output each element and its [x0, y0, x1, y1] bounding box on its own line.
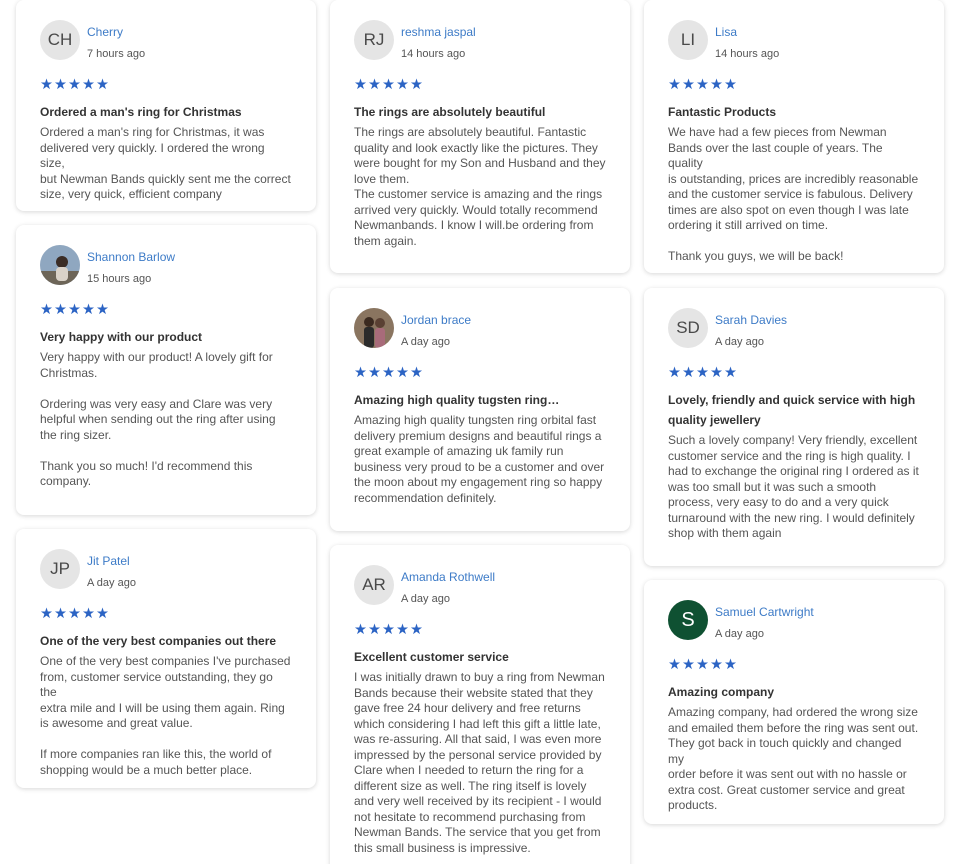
review-header: S Samuel Cartwright A day ago: [668, 600, 920, 648]
review-title: The rings are absolutely beautiful: [354, 105, 546, 119]
review-text: I was initially drawn to buy a ring from…: [354, 670, 605, 855]
review-time: A day ago: [87, 577, 136, 589]
avatar: CH: [40, 20, 80, 60]
review-title: Amazing company: [668, 685, 775, 699]
review-header: LI Lisa 14 hours ago: [668, 20, 920, 68]
review-time: 15 hours ago: [87, 273, 152, 285]
reviewer-name-link[interactable]: Sarah Davies: [715, 313, 787, 328]
avatar: LI: [668, 20, 708, 60]
review-card: Shannon Barlow 15 hours ago ★★★★★ Very h…: [16, 225, 316, 515]
review-time: A day ago: [715, 336, 764, 348]
avatar: RJ: [354, 20, 394, 60]
review-card: Jordan brace A day ago ★★★★★ Amazing hig…: [330, 288, 630, 531]
reviewer-name-link[interactable]: Amanda Rothwell: [401, 570, 495, 585]
reviews-grid: CH Cherry 7 hours ago ★★★★★ Ordered a ma…: [0, 0, 957, 864]
avatar-photo: [354, 308, 394, 348]
star-rating-icon: ★★★★★: [668, 365, 738, 381]
review-time: 14 hours ago: [401, 48, 466, 60]
review-title: Ordered a man's ring for Christmas: [40, 105, 242, 119]
review-header: Jordan brace A day ago: [354, 308, 606, 356]
review-text: Amazing high quality tungsten ring orbit…: [354, 413, 605, 505]
review-text: We have had a few pieces from Newman Band…: [668, 125, 919, 263]
star-rating-icon: ★★★★★: [354, 77, 424, 93]
review-time: A day ago: [401, 593, 450, 605]
star-rating-icon: ★★★★★: [354, 622, 424, 638]
star-rating-icon: ★★★★★: [354, 365, 424, 381]
star-rating-icon: ★★★★★: [668, 657, 738, 673]
review-card: CH Cherry 7 hours ago ★★★★★ Ordered a ma…: [16, 0, 316, 211]
review-title: Fantastic Products: [668, 105, 777, 119]
review-card: SD Sarah Davies A day ago ★★★★★ Lovely, …: [644, 288, 944, 566]
reviewer-name-link[interactable]: Cherry: [87, 25, 145, 40]
reviewer-name-link[interactable]: Samuel Cartwright: [715, 605, 814, 620]
review-title: Excellent customer service: [354, 650, 509, 664]
review-card: LI Lisa 14 hours ago ★★★★★ Fantastic Pro…: [644, 0, 944, 273]
star-rating-icon: ★★★★★: [40, 77, 110, 93]
star-rating-icon: ★★★★★: [40, 606, 110, 622]
review-header: SD Sarah Davies A day ago: [668, 308, 920, 356]
review-text: The rings are absolutely beautiful. Fant…: [354, 125, 606, 248]
review-card: AR Amanda Rothwell A day ago ★★★★★ Excel…: [330, 545, 630, 864]
review-header: CH Cherry 7 hours ago: [40, 20, 292, 68]
reviewer-name-link[interactable]: Shannon Barlow: [87, 250, 175, 265]
star-rating-icon: ★★★★★: [668, 77, 738, 93]
review-header: AR Amanda Rothwell A day ago: [354, 565, 606, 613]
review-text: One of the very best companies I've purc…: [40, 654, 291, 777]
review-text: Ordered a man's ring for Christmas, it w…: [40, 125, 291, 201]
review-time: 7 hours ago: [87, 48, 146, 60]
review-header: JP Jit Patel A day ago: [40, 549, 292, 597]
review-header: RJ reshma jaspal 14 hours ago: [354, 20, 606, 68]
review-card: JP Jit Patel A day ago ★★★★★ One of the …: [16, 529, 316, 788]
review-card: S Samuel Cartwright A day ago ★★★★★ Amaz…: [644, 580, 944, 824]
star-rating-icon: ★★★★★: [40, 302, 110, 318]
review-title: Very happy with our product: [40, 330, 203, 344]
reviewer-name-link[interactable]: Jit Patel: [87, 554, 136, 569]
avatar: SD: [668, 308, 708, 348]
review-card: RJ reshma jaspal 14 hours ago ★★★★★ The …: [330, 0, 630, 273]
avatar: AR: [354, 565, 394, 605]
review-title: Amazing high quality tugsten ring…: [354, 393, 560, 407]
reviewer-name-link[interactable]: reshma jaspal: [401, 25, 476, 40]
review-text: Very happy with our product! A lovely gi…: [40, 350, 276, 488]
review-time: A day ago: [715, 628, 764, 640]
avatar-photo: [40, 245, 80, 285]
review-text: Amazing company, had ordered the wrong s…: [668, 705, 919, 812]
review-title: Lovely, friendly and quick service with …: [668, 393, 916, 427]
review-text: Such a lovely company! Very friendly, ex…: [668, 433, 919, 540]
avatar: JP: [40, 549, 80, 589]
reviewer-name-link[interactable]: Jordan brace: [401, 313, 471, 328]
review-title: One of the very best companies out there: [40, 634, 277, 648]
review-header: Shannon Barlow 15 hours ago: [40, 245, 292, 293]
reviewer-name-link[interactable]: Lisa: [715, 25, 779, 40]
review-time: A day ago: [401, 336, 450, 348]
avatar: S: [668, 600, 708, 640]
review-time: 14 hours ago: [715, 48, 780, 60]
